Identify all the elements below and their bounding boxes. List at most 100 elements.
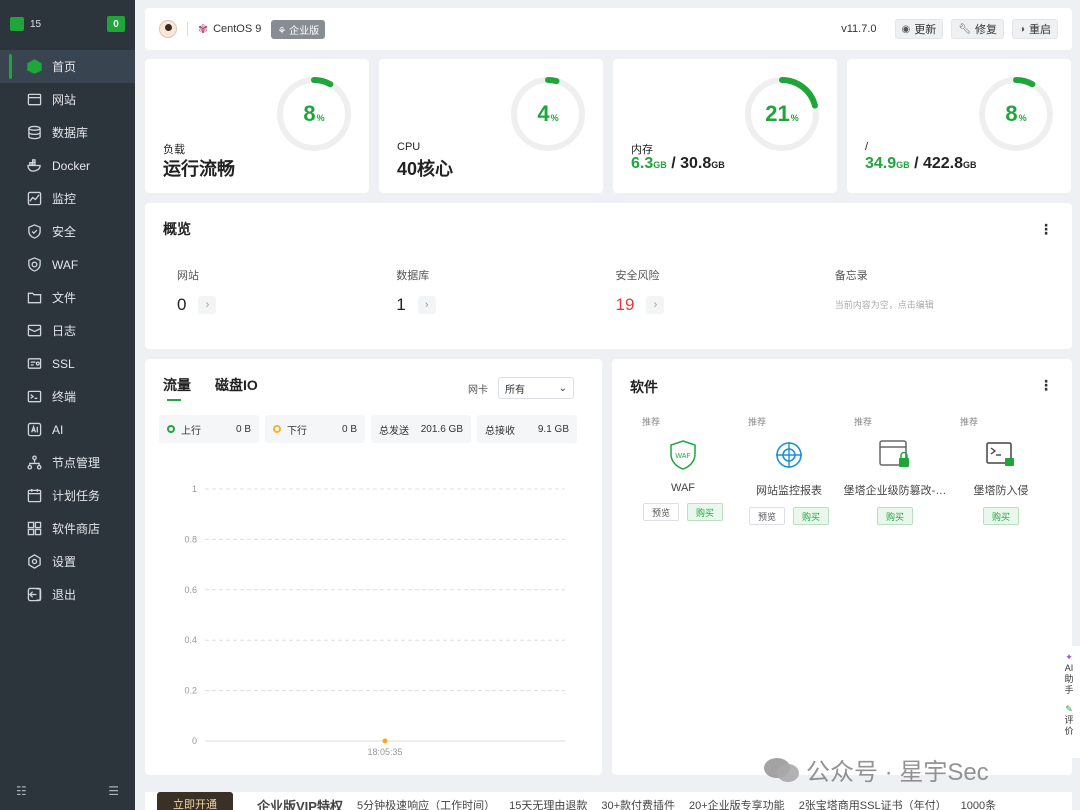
sidebar-item-terminal[interactable]: 终端 bbox=[0, 380, 135, 413]
version-text[interactable]: v11.7.0 bbox=[841, 23, 876, 35]
total-sent-stat: 总发送 201.6 GB bbox=[371, 415, 471, 443]
sidebar-item-label: 节点管理 bbox=[52, 456, 101, 470]
sidebar-item-logs[interactable]: 日志 bbox=[0, 314, 135, 347]
promo-item: 15天无理由退款 bbox=[509, 800, 588, 810]
overview-memo[interactable]: 备忘录 当前内容为空，点击编辑 bbox=[835, 267, 1054, 315]
sidebar-item-docker[interactable]: Docker bbox=[0, 149, 135, 182]
disk-card[interactable]: 8% / 34.9GB / 422.8GB bbox=[847, 59, 1071, 193]
cpu-percent-value: 4 bbox=[537, 101, 550, 126]
collapse-menu-icon[interactable]: ☷ bbox=[16, 784, 27, 798]
chevron-right-icon[interactable]: › bbox=[646, 296, 665, 314]
ai-label: AI bbox=[1064, 663, 1074, 673]
overview-websites: 网站 0 › bbox=[177, 267, 396, 315]
sidebar-item-nodes[interactable]: 节点管理 bbox=[0, 446, 135, 479]
sidebar-item-label: 监控 bbox=[52, 192, 77, 206]
overview-value[interactable]: 0 › bbox=[177, 295, 396, 315]
website-icon bbox=[26, 92, 42, 108]
upload-label: 上行 bbox=[181, 425, 201, 437]
sidebar-item-label: SSL bbox=[52, 356, 75, 371]
traffic-chart[interactable]: 1 0.8 0.6 0.4 0.2 0 18:05:35 bbox=[175, 479, 575, 759]
memory-used-unit: GB bbox=[653, 160, 667, 170]
chevron-right-icon[interactable]: › bbox=[417, 296, 436, 314]
memory-used: 6.3 bbox=[631, 155, 654, 172]
promo-item: 20+企业版专享功能 bbox=[689, 800, 785, 810]
preview-button[interactable]: 预览 bbox=[642, 503, 679, 521]
cpu-value: 40核心 bbox=[397, 159, 454, 179]
sidebar-item-label: WAF bbox=[52, 257, 79, 272]
sidebar-item-label: 安全 bbox=[52, 225, 77, 239]
repair-label: 修复 bbox=[974, 24, 997, 36]
traffic-stats: 上行 0 B 下行 0 B 总发送 201.6 GB 总接收 9.1 GB bbox=[159, 415, 584, 443]
wechat-icon bbox=[764, 757, 799, 782]
tab-disk-io[interactable]: 磁盘IO bbox=[215, 375, 258, 401]
more-icon[interactable]: ⋮ bbox=[1039, 221, 1053, 238]
sidebar-item-website[interactable]: 网站 bbox=[0, 83, 135, 116]
watermark: 公众号 · 星宇Sec bbox=[762, 752, 989, 787]
buy-button[interactable]: 购买 bbox=[876, 507, 913, 525]
sidebar-item-security[interactable]: 安全 bbox=[0, 215, 135, 248]
sidebar-item-logout[interactable]: 退出 bbox=[0, 578, 135, 611]
memory-value: 6.3GB / 30.8GB bbox=[631, 155, 725, 172]
store-icon bbox=[26, 521, 42, 537]
sidebar-item-home[interactable]: 首页 bbox=[0, 50, 135, 83]
sidebar-item-ai[interactable]: AI bbox=[0, 413, 135, 446]
ai-assistant-float[interactable]: ✦ AI 助 手 ✎ 评 价 bbox=[1058, 646, 1080, 758]
load-percent-value: 8 bbox=[303, 101, 316, 126]
monitor-icon bbox=[26, 191, 42, 207]
message-badge[interactable]: 0 bbox=[107, 16, 125, 32]
overview-value[interactable]: 19 › bbox=[616, 295, 835, 315]
waf-icon bbox=[26, 257, 42, 273]
chevron-right-icon[interactable]: › bbox=[198, 296, 217, 314]
websites-count: 0 bbox=[177, 295, 187, 314]
repair-button[interactable]: 🔧︎ 修复 bbox=[951, 19, 1004, 39]
risk-count: 19 bbox=[615, 295, 635, 314]
sidebar-item-monitor[interactable]: 监控 bbox=[0, 182, 135, 215]
sidebar: 15 0 首页 网站 数据库 Docker 监控 安全 WAF 文件 日志 SS… bbox=[0, 0, 135, 810]
database-icon bbox=[26, 125, 42, 141]
sidebar-item-cron[interactable]: 计划任务 bbox=[0, 479, 135, 512]
nic-select[interactable]: 所有 ⌄ bbox=[498, 377, 574, 399]
total-sent-value: 201.6 GB bbox=[420, 423, 463, 435]
upload-value: 0 B bbox=[235, 423, 251, 435]
buy-button[interactable]: 购买 bbox=[793, 507, 830, 525]
node-icon bbox=[26, 455, 42, 471]
sidebar-item-label: 网站 bbox=[52, 93, 77, 107]
software-name: 网站监控报表 bbox=[756, 485, 822, 497]
disk-label: / bbox=[865, 141, 869, 153]
memory-card[interactable]: 21% 内存 6.3GB / 30.8GB bbox=[613, 59, 837, 193]
rate-label[interactable]: 评 bbox=[1064, 715, 1073, 726]
rate-label-2[interactable]: 价 bbox=[1064, 726, 1073, 737]
total-recv-stat: 总接收 9.1 GB bbox=[477, 415, 577, 443]
ai-assistant-label: 助 bbox=[1064, 674, 1074, 684]
y-tick-label: 0.8 bbox=[184, 534, 197, 544]
buy-button[interactable]: 购买 bbox=[982, 507, 1019, 525]
overview-value[interactable]: 1 › bbox=[396, 295, 615, 315]
tab-flow[interactable]: 流量 bbox=[163, 375, 191, 401]
sidebar-item-files[interactable]: 文件 bbox=[0, 281, 135, 314]
open-vip-button[interactable]: 立即开通 bbox=[157, 792, 233, 810]
docker-icon bbox=[26, 158, 42, 174]
sidebar-item-label: Docker bbox=[52, 158, 91, 173]
percent-unit: % bbox=[316, 113, 325, 123]
sidebar-item-database[interactable]: 数据库 bbox=[0, 116, 135, 149]
main-content: ✾ CentOS 9 ⚘ 企业版 v11.7.0 ◉ 更新 🔧︎ 修复 ◑ 重启 8%… bbox=[145, 8, 1072, 775]
edition-badge[interactable]: ⚘ 企业版 bbox=[271, 19, 326, 39]
stats-row: 8% 负载 运行流畅 4% CPU 40核心 21% 内存 6.3GB / 30… bbox=[145, 59, 1072, 193]
more-icon[interactable]: ⋮ bbox=[1039, 377, 1053, 394]
sidebar-item-settings[interactable]: 设置 bbox=[0, 545, 135, 578]
update-button[interactable]: ◉ 更新 bbox=[894, 19, 944, 39]
cpu-card[interactable]: 4% CPU 40核心 bbox=[379, 59, 603, 193]
software-item-intrusion: 推荐 堡塔防入侵 购买 bbox=[948, 415, 1054, 525]
disk-used-unit: GB bbox=[896, 160, 910, 170]
sidebar-item-store[interactable]: 软件商店 bbox=[0, 512, 135, 545]
calendar-icon bbox=[26, 488, 42, 504]
buy-button[interactable]: 购买 bbox=[687, 503, 724, 521]
sidebar-item-waf[interactable]: WAF bbox=[0, 248, 135, 281]
load-card[interactable]: 8% 负载 运行流畅 bbox=[145, 59, 369, 193]
avatar[interactable] bbox=[159, 20, 177, 38]
restart-button[interactable]: ◑ 重启 bbox=[1011, 19, 1058, 39]
sidebar-item-ssl[interactable]: SSL bbox=[0, 347, 135, 380]
memo-hint[interactable]: 当前内容为空，点击编辑 bbox=[835, 298, 1054, 311]
preview-button[interactable]: 预览 bbox=[748, 507, 785, 525]
menu-settings-icon[interactable]: ☰ bbox=[108, 784, 119, 798]
